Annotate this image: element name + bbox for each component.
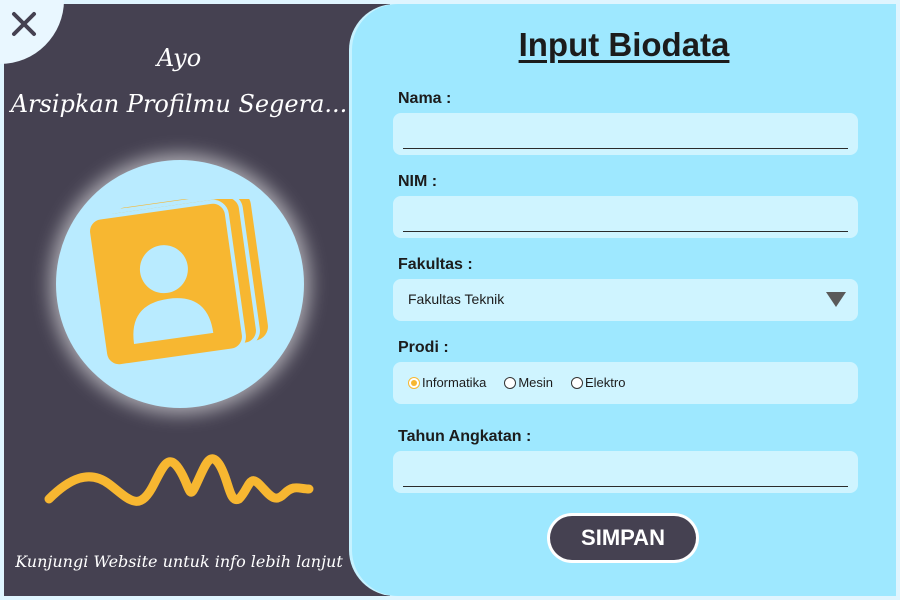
left-title-line2: Arsipkan Profilmu Segera... [10,90,348,118]
prodi-radio-group: Informatika Mesin Elektro [393,362,858,404]
save-button[interactable]: SIMPAN [550,516,696,560]
close-icon [12,12,36,36]
tahun-input[interactable] [393,451,858,493]
fakultas-label: Fakultas : [398,256,473,273]
radio-label-elektro: Elektro [585,375,626,390]
tahun-label: Tahun Angkatan : [398,428,532,445]
app-window: Ayo Arsipkan Profilmu Segera... Kunjungi… [0,0,900,600]
page-title: Input Biodata [518,26,730,63]
dropdown-triangle-icon [826,292,846,307]
nama-input[interactable] [393,113,858,155]
radio-empty-icon [571,376,583,389]
nim-label: NIM : [398,173,438,190]
left-title-line1: Ayo [156,44,202,72]
nama-underline [403,148,848,149]
nama-label: Nama : [398,90,452,107]
nim-underline [403,231,848,232]
nim-input[interactable] [393,196,858,238]
prodi-label: Prodi : [398,339,449,356]
squiggle-decoration [44,454,314,506]
radio-mesin[interactable]: Mesin [504,375,553,390]
fakultas-selected-value: Fakultas Teknik [408,291,505,307]
profile-cards-icon [86,199,268,369]
radio-selected-icon [408,376,420,389]
tahun-underline [403,486,848,487]
form-panel: Input Biodata Nama : NIM : Fakultas : Fa… [352,4,896,596]
radio-label-mesin: Mesin [518,375,553,390]
radio-empty-icon [504,376,517,389]
left-panel: Ayo Arsipkan Profilmu Segera... Kunjungi… [4,4,390,596]
fakultas-select[interactable]: Fakultas Teknik [393,279,858,321]
left-footer-text: Kunjungi Website untuk info lebih lanjut [15,552,343,571]
close-button[interactable] [6,6,42,42]
radio-elektro[interactable]: Elektro [571,375,625,390]
radio-informatika[interactable]: Informatika [408,375,486,390]
radio-label-informatika: Informatika [422,375,487,390]
